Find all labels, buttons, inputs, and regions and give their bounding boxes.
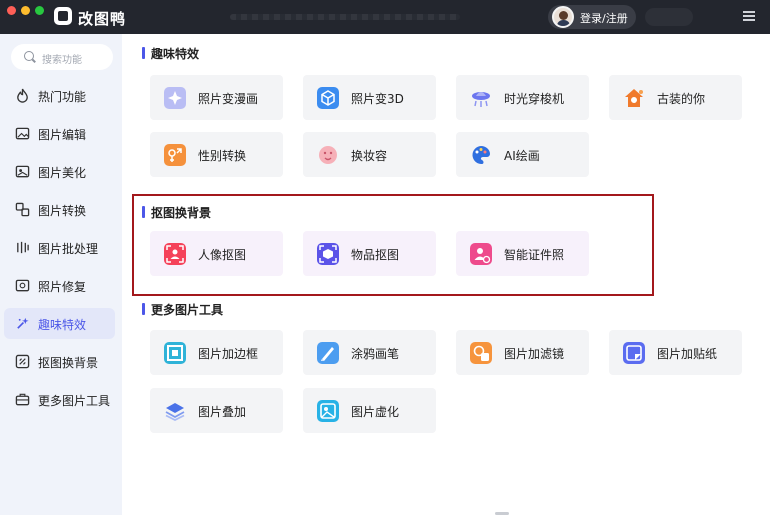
toolbox-icon bbox=[15, 393, 30, 406]
card-object-cutout[interactable]: 物品抠图 bbox=[303, 231, 436, 276]
sidebar: 搜索功能 热门功能 图片编辑 图片美化 图片转换 图片批处理 照片修复 趣味特效… bbox=[0, 34, 122, 515]
app-logo-icon bbox=[54, 7, 72, 25]
card-time-machine[interactable]: 时光穿梭机 bbox=[456, 75, 589, 120]
card-label: 古装的你 bbox=[657, 92, 706, 106]
id-photo-icon bbox=[470, 243, 492, 265]
card-label: 性别转换 bbox=[198, 149, 247, 163]
card-label: 照片变3D bbox=[351, 92, 404, 106]
time-machine-icon bbox=[470, 87, 492, 109]
sidebar-item-label: 照片修复 bbox=[38, 280, 87, 294]
sidebar-item-label: 图片美化 bbox=[38, 166, 87, 180]
decoration bbox=[645, 8, 693, 26]
card-label: 换妆容 bbox=[351, 149, 388, 163]
makeup-icon bbox=[317, 144, 339, 166]
sidebar-item-hot[interactable]: 热门功能 bbox=[4, 80, 115, 111]
minimize-window-button[interactable] bbox=[21, 6, 30, 15]
image-beautify-icon bbox=[15, 165, 30, 178]
object-cutout-icon bbox=[317, 243, 339, 265]
card-label: 时光穿梭机 bbox=[504, 92, 565, 106]
app-title: 改图鸭 bbox=[78, 10, 127, 28]
card-blur[interactable]: 图片虚化 bbox=[303, 388, 436, 433]
card-3d[interactable]: 照片变3D bbox=[303, 75, 436, 120]
close-window-button[interactable] bbox=[7, 6, 16, 15]
fire-icon bbox=[17, 88, 28, 103]
section-marker bbox=[142, 303, 145, 315]
section-marker bbox=[142, 47, 145, 59]
portrait-cutout-icon bbox=[164, 243, 186, 265]
sidebar-item-batch[interactable]: 图片批处理 bbox=[4, 232, 115, 263]
card-ancient-costume[interactable]: 古装的你 bbox=[609, 75, 742, 120]
card-makeup[interactable]: 换妆容 bbox=[303, 132, 436, 177]
sidebar-item-image-edit[interactable]: 图片编辑 bbox=[4, 118, 115, 149]
card-id-photo[interactable]: 智能证件照 bbox=[456, 231, 589, 276]
card-label: AI绘画 bbox=[504, 149, 540, 163]
sidebar-item-more-tools[interactable]: 更多图片工具 bbox=[4, 384, 115, 415]
ai-paint-icon bbox=[470, 144, 492, 166]
sidebar-item-label: 更多图片工具 bbox=[38, 394, 111, 408]
cutout-icon bbox=[15, 354, 30, 369]
login-label[interactable]: 登录/注册 bbox=[580, 10, 628, 26]
blurred-area bbox=[230, 14, 460, 20]
card-label: 图片虚化 bbox=[351, 405, 400, 419]
card-comic[interactable]: 照片变漫画 bbox=[150, 75, 283, 120]
card-filter[interactable]: 图片加滤镜 bbox=[456, 330, 589, 375]
sidebar-item-label: 抠图换背景 bbox=[38, 356, 99, 370]
card-frame[interactable]: 图片加边框 bbox=[150, 330, 283, 375]
filter-icon bbox=[470, 342, 492, 364]
card-label: 涂鸦画笔 bbox=[351, 347, 400, 361]
convert-icon bbox=[15, 202, 30, 217]
card-brush[interactable]: 涂鸦画笔 bbox=[303, 330, 436, 375]
card-label: 人像抠图 bbox=[198, 248, 247, 262]
card-layers[interactable]: 图片叠加 bbox=[150, 388, 283, 433]
maximize-window-button[interactable] bbox=[35, 6, 44, 15]
card-label: 图片加贴纸 bbox=[657, 347, 718, 361]
card-ai-paint[interactable]: AI绘画 bbox=[456, 132, 589, 177]
section-title-more-tools: 更多图片工具 bbox=[151, 303, 224, 317]
comic-icon bbox=[164, 87, 186, 109]
sidebar-item-label: 图片编辑 bbox=[38, 128, 87, 142]
section-title-fun-effects: 趣味特效 bbox=[151, 47, 200, 61]
card-label: 图片加边框 bbox=[198, 347, 259, 361]
frame-icon bbox=[164, 342, 186, 364]
avatar[interactable] bbox=[552, 6, 574, 28]
search-box[interactable]: 搜索功能 bbox=[11, 44, 113, 70]
brush-icon bbox=[317, 342, 339, 364]
title-bar: 改图鸭 登录/注册 bbox=[0, 0, 770, 34]
sidebar-item-label: 图片批处理 bbox=[38, 242, 99, 256]
card-portrait-cutout[interactable]: 人像抠图 bbox=[150, 231, 283, 276]
card-gender-swap[interactable]: 性别转换 bbox=[150, 132, 283, 177]
sparkle-icon bbox=[17, 317, 29, 329]
sidebar-item-image-convert[interactable]: 图片转换 bbox=[4, 194, 115, 225]
sticker-icon bbox=[623, 342, 645, 364]
card-label: 照片变漫画 bbox=[198, 92, 259, 106]
image-edit-icon bbox=[15, 127, 30, 140]
batch-icon bbox=[17, 241, 29, 254]
ancient-costume-icon bbox=[623, 87, 645, 109]
search-icon bbox=[24, 51, 34, 61]
cube-3d-icon bbox=[317, 87, 339, 109]
sidebar-item-fun-effects[interactable]: 趣味特效 bbox=[4, 308, 115, 339]
blur-icon bbox=[317, 400, 339, 422]
card-sticker[interactable]: 图片加贴纸 bbox=[609, 330, 742, 375]
sidebar-item-cutout[interactable]: 抠图换背景 bbox=[4, 346, 115, 377]
menu-icon[interactable] bbox=[743, 11, 755, 21]
card-label: 图片叠加 bbox=[198, 405, 247, 419]
card-label: 智能证件照 bbox=[504, 248, 565, 262]
sidebar-item-label: 图片转换 bbox=[38, 204, 87, 218]
section-title-cutout: 抠图换背景 bbox=[151, 206, 212, 220]
sidebar-item-repair[interactable]: 照片修复 bbox=[4, 270, 115, 301]
card-label: 物品抠图 bbox=[351, 248, 400, 262]
repair-icon bbox=[15, 279, 30, 292]
gender-swap-icon bbox=[164, 144, 186, 166]
layers-icon bbox=[164, 400, 186, 422]
sidebar-item-image-beautify[interactable]: 图片美化 bbox=[4, 156, 115, 187]
card-label: 图片加滤镜 bbox=[504, 347, 565, 361]
sidebar-item-label: 趣味特效 bbox=[38, 318, 87, 332]
section-marker bbox=[142, 206, 145, 218]
search-input[interactable]: 搜索功能 bbox=[42, 51, 82, 66]
sidebar-item-label: 热门功能 bbox=[38, 90, 87, 104]
